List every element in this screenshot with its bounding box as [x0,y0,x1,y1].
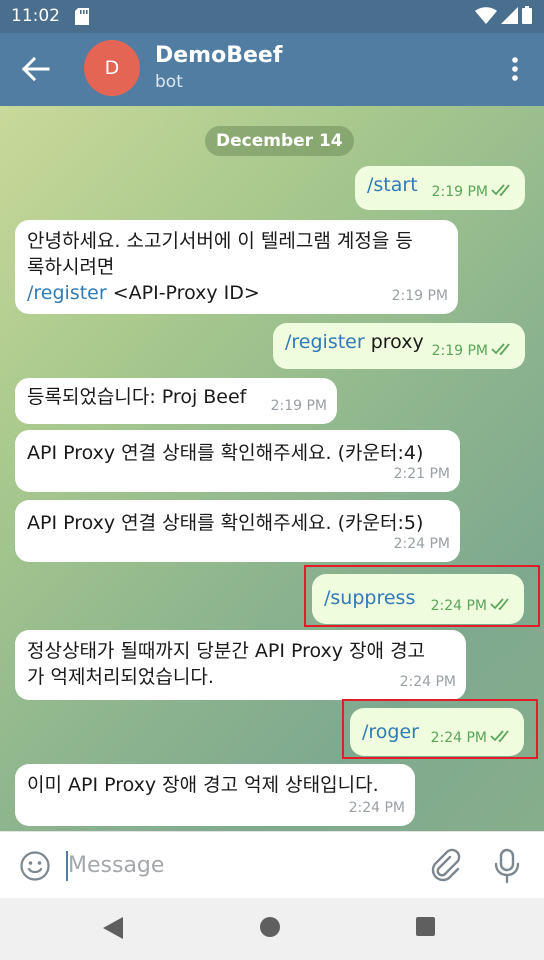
message-text: API Proxy 연결 상태를 확인해주세요. (카운터:4) [27,442,424,464]
incoming-message[interactable]: 이미 API Proxy 장애 경고 억제 상태입니다. 2:24 PM [15,764,415,826]
avatar[interactable]: D [84,40,140,96]
outgoing-message[interactable]: /register proxy 2:19 PM [273,323,525,369]
message-text: 등록되었습니다: Proj Beef [27,386,247,408]
sd-card-icon [75,8,89,29]
message-text: 정상상태가 될때까지 당분간 API Proxy 장애 경고 [27,640,426,662]
battery-icon [522,6,532,28]
message-text: 록하시려면 [27,256,115,278]
command-link[interactable]: /start [367,174,418,196]
outgoing-message[interactable]: /start 2:19 PM [355,166,525,210]
message-composer [0,831,544,898]
emoji-icon[interactable] [19,850,51,882]
message-text: <API-Proxy ID> [106,282,260,304]
command-link[interactable]: /register [285,331,365,353]
chat-title[interactable]: DemoBeef [155,43,282,68]
command-link[interactable]: /register [27,282,107,304]
chat-history[interactable]: December 14 /start 2:19 PM 안녕하세요. 소고기서버에… [0,106,544,831]
home-circle-icon[interactable] [260,917,280,941]
highlight-box [342,699,538,759]
message-time: 2:19 PM [431,343,488,359]
message-time: 2:24 PM [348,800,405,816]
message-time: 2:21 PM [393,466,450,482]
status-time: 11:02 [11,6,60,26]
cell-signal-icon [501,6,518,28]
system-navigation-bar [0,898,544,960]
double-check-icon [491,338,515,364]
highlight-box [304,565,540,627]
chat-header: D DemoBeef bot [0,33,544,106]
status-bar: 11:02 [0,0,544,33]
back-triangle-icon[interactable] [103,917,123,943]
incoming-message[interactable]: API Proxy 연결 상태를 확인해주세요. (카운터:5) 2:24 PM [15,500,460,562]
incoming-message[interactable]: 등록되었습니다: Proj Beef 2:19 PM [15,378,337,424]
microphone-icon[interactable] [492,848,522,884]
recents-square-icon[interactable] [416,917,435,940]
message-time: 2:19 PM [270,398,327,414]
message-time: 2:19 PM [431,184,488,200]
date-separator: December 14 [205,126,354,156]
message-text: 안녕하세요. 소고기서버에 이 텔레그램 계정을 등 [27,230,413,252]
message-text: API Proxy 연결 상태를 확인해주세요. (카운터:5) [27,512,424,534]
double-check-icon [491,179,515,205]
message-text: 가 억제처리되었습니다. [27,666,214,688]
message-time: 2:19 PM [391,288,448,304]
message-time: 2:24 PM [393,536,450,552]
message-text: 이미 API Proxy 장애 경고 억제 상태입니다. [27,774,379,796]
attach-icon[interactable] [428,848,462,882]
incoming-message[interactable]: 정상상태가 될때까지 당분간 API Proxy 장애 경고 가 억제처리되었습… [15,630,466,700]
chat-subtitle: bot [155,72,183,92]
message-time: 2:24 PM [399,674,456,690]
incoming-message[interactable]: API Proxy 연결 상태를 확인해주세요. (카운터:4) 2:21 PM [15,430,460,492]
back-arrow-icon[interactable] [20,55,52,83]
message-input[interactable] [68,848,398,882]
message-text: proxy [364,331,424,353]
wifi-icon [475,6,497,28]
more-vert-icon[interactable] [510,55,520,83]
incoming-message[interactable]: 안녕하세요. 소고기서버에 이 텔레그램 계정을 등 록하시려면 /regist… [15,220,458,314]
